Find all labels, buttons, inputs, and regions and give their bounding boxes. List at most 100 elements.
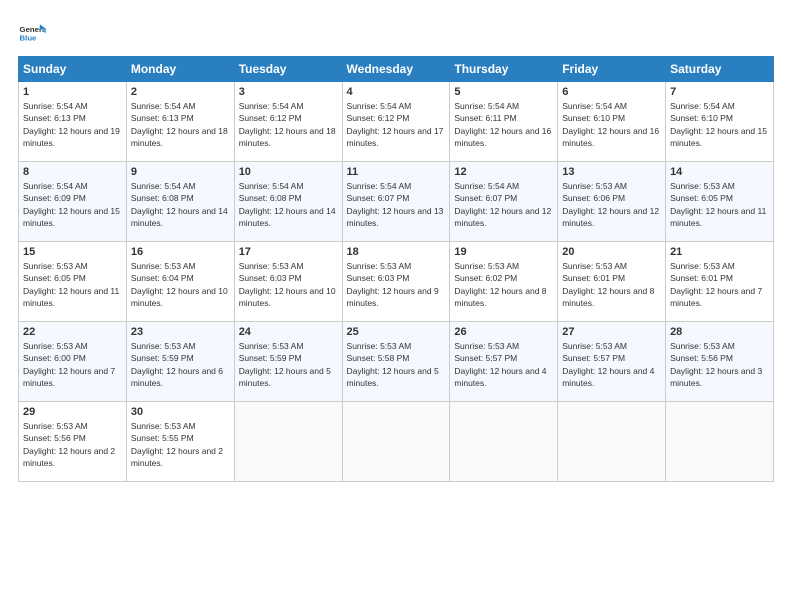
day-number: 9 bbox=[131, 166, 230, 178]
calendar-cell: 30 Sunrise: 5:53 AMSunset: 5:55 PMDaylig… bbox=[126, 402, 234, 482]
day-info: Sunrise: 5:53 AMSunset: 6:05 PMDaylight:… bbox=[23, 261, 119, 308]
day-info: Sunrise: 5:53 AMSunset: 6:01 PMDaylight:… bbox=[562, 261, 654, 308]
calendar-cell bbox=[450, 402, 558, 482]
calendar-cell bbox=[666, 402, 774, 482]
calendar-cell: 12 Sunrise: 5:54 AMSunset: 6:07 PMDaylig… bbox=[450, 162, 558, 242]
calendar-cell: 21 Sunrise: 5:53 AMSunset: 6:01 PMDaylig… bbox=[666, 242, 774, 322]
calendar-table: SundayMondayTuesdayWednesdayThursdayFrid… bbox=[18, 56, 774, 482]
day-info: Sunrise: 5:53 AMSunset: 5:56 PMDaylight:… bbox=[670, 341, 762, 388]
day-info: Sunrise: 5:54 AMSunset: 6:09 PMDaylight:… bbox=[23, 181, 120, 228]
day-number: 29 bbox=[23, 406, 122, 418]
calendar-cell: 8 Sunrise: 5:54 AMSunset: 6:09 PMDayligh… bbox=[19, 162, 127, 242]
calendar-cell: 22 Sunrise: 5:53 AMSunset: 6:00 PMDaylig… bbox=[19, 322, 127, 402]
day-info: Sunrise: 5:54 AMSunset: 6:07 PMDaylight:… bbox=[454, 181, 551, 228]
calendar-cell bbox=[234, 402, 342, 482]
day-info: Sunrise: 5:53 AMSunset: 5:57 PMDaylight:… bbox=[562, 341, 654, 388]
day-info: Sunrise: 5:53 AMSunset: 5:59 PMDaylight:… bbox=[131, 341, 223, 388]
calendar-week-5: 29 Sunrise: 5:53 AMSunset: 5:56 PMDaylig… bbox=[19, 402, 774, 482]
calendar-cell: 15 Sunrise: 5:53 AMSunset: 6:05 PMDaylig… bbox=[19, 242, 127, 322]
calendar-cell: 5 Sunrise: 5:54 AMSunset: 6:11 PMDayligh… bbox=[450, 82, 558, 162]
calendar-cell: 7 Sunrise: 5:54 AMSunset: 6:10 PMDayligh… bbox=[666, 82, 774, 162]
day-info: Sunrise: 5:53 AMSunset: 6:01 PMDaylight:… bbox=[670, 261, 762, 308]
day-number: 27 bbox=[562, 326, 661, 338]
calendar-cell: 19 Sunrise: 5:53 AMSunset: 6:02 PMDaylig… bbox=[450, 242, 558, 322]
day-info: Sunrise: 5:54 AMSunset: 6:12 PMDaylight:… bbox=[347, 101, 444, 148]
calendar-header-row: SundayMondayTuesdayWednesdayThursdayFrid… bbox=[19, 57, 774, 82]
calendar-week-2: 8 Sunrise: 5:54 AMSunset: 6:09 PMDayligh… bbox=[19, 162, 774, 242]
weekday-header-tuesday: Tuesday bbox=[234, 57, 342, 82]
calendar-cell: 2 Sunrise: 5:54 AMSunset: 6:13 PMDayligh… bbox=[126, 82, 234, 162]
day-number: 7 bbox=[670, 86, 769, 98]
day-number: 10 bbox=[239, 166, 338, 178]
calendar-cell: 17 Sunrise: 5:53 AMSunset: 6:03 PMDaylig… bbox=[234, 242, 342, 322]
calendar-week-1: 1 Sunrise: 5:54 AMSunset: 6:13 PMDayligh… bbox=[19, 82, 774, 162]
day-info: Sunrise: 5:54 AMSunset: 6:13 PMDaylight:… bbox=[131, 101, 228, 148]
calendar-cell: 1 Sunrise: 5:54 AMSunset: 6:13 PMDayligh… bbox=[19, 82, 127, 162]
day-info: Sunrise: 5:53 AMSunset: 6:03 PMDaylight:… bbox=[347, 261, 439, 308]
calendar-cell: 24 Sunrise: 5:53 AMSunset: 5:59 PMDaylig… bbox=[234, 322, 342, 402]
calendar-week-4: 22 Sunrise: 5:53 AMSunset: 6:00 PMDaylig… bbox=[19, 322, 774, 402]
calendar-cell: 10 Sunrise: 5:54 AMSunset: 6:08 PMDaylig… bbox=[234, 162, 342, 242]
calendar-cell: 28 Sunrise: 5:53 AMSunset: 5:56 PMDaylig… bbox=[666, 322, 774, 402]
logo: General Blue bbox=[18, 18, 46, 46]
day-info: Sunrise: 5:53 AMSunset: 6:05 PMDaylight:… bbox=[670, 181, 766, 228]
day-number: 17 bbox=[239, 246, 338, 258]
page: General Blue SundayMondayTuesdayWednesda… bbox=[0, 0, 792, 492]
day-number: 22 bbox=[23, 326, 122, 338]
calendar-cell: 3 Sunrise: 5:54 AMSunset: 6:12 PMDayligh… bbox=[234, 82, 342, 162]
header: General Blue bbox=[18, 18, 774, 46]
calendar-cell: 27 Sunrise: 5:53 AMSunset: 5:57 PMDaylig… bbox=[558, 322, 666, 402]
day-number: 14 bbox=[670, 166, 769, 178]
day-info: Sunrise: 5:54 AMSunset: 6:08 PMDaylight:… bbox=[239, 181, 336, 228]
day-info: Sunrise: 5:53 AMSunset: 5:59 PMDaylight:… bbox=[239, 341, 331, 388]
day-number: 11 bbox=[347, 166, 446, 178]
calendar-cell: 6 Sunrise: 5:54 AMSunset: 6:10 PMDayligh… bbox=[558, 82, 666, 162]
day-number: 20 bbox=[562, 246, 661, 258]
day-info: Sunrise: 5:53 AMSunset: 6:00 PMDaylight:… bbox=[23, 341, 115, 388]
day-info: Sunrise: 5:54 AMSunset: 6:13 PMDaylight:… bbox=[23, 101, 120, 148]
weekday-header-thursday: Thursday bbox=[450, 57, 558, 82]
day-info: Sunrise: 5:53 AMSunset: 5:55 PMDaylight:… bbox=[131, 421, 223, 468]
day-info: Sunrise: 5:54 AMSunset: 6:10 PMDaylight:… bbox=[670, 101, 767, 148]
calendar-cell: 11 Sunrise: 5:54 AMSunset: 6:07 PMDaylig… bbox=[342, 162, 450, 242]
calendar-cell: 29 Sunrise: 5:53 AMSunset: 5:56 PMDaylig… bbox=[19, 402, 127, 482]
day-number: 21 bbox=[670, 246, 769, 258]
day-number: 8 bbox=[23, 166, 122, 178]
logo-icon: General Blue bbox=[18, 18, 46, 46]
calendar-cell: 4 Sunrise: 5:54 AMSunset: 6:12 PMDayligh… bbox=[342, 82, 450, 162]
day-info: Sunrise: 5:54 AMSunset: 6:12 PMDaylight:… bbox=[239, 101, 336, 148]
day-info: Sunrise: 5:53 AMSunset: 6:02 PMDaylight:… bbox=[454, 261, 546, 308]
day-number: 4 bbox=[347, 86, 446, 98]
calendar-cell bbox=[342, 402, 450, 482]
calendar-cell: 18 Sunrise: 5:53 AMSunset: 6:03 PMDaylig… bbox=[342, 242, 450, 322]
day-number: 30 bbox=[131, 406, 230, 418]
day-info: Sunrise: 5:53 AMSunset: 6:03 PMDaylight:… bbox=[239, 261, 336, 308]
calendar-cell: 16 Sunrise: 5:53 AMSunset: 6:04 PMDaylig… bbox=[126, 242, 234, 322]
day-number: 18 bbox=[347, 246, 446, 258]
day-number: 19 bbox=[454, 246, 553, 258]
day-info: Sunrise: 5:53 AMSunset: 5:56 PMDaylight:… bbox=[23, 421, 115, 468]
calendar-body: 1 Sunrise: 5:54 AMSunset: 6:13 PMDayligh… bbox=[19, 82, 774, 482]
day-number: 26 bbox=[454, 326, 553, 338]
day-number: 1 bbox=[23, 86, 122, 98]
day-info: Sunrise: 5:54 AMSunset: 6:11 PMDaylight:… bbox=[454, 101, 551, 148]
calendar-cell: 23 Sunrise: 5:53 AMSunset: 5:59 PMDaylig… bbox=[126, 322, 234, 402]
day-number: 5 bbox=[454, 86, 553, 98]
day-number: 25 bbox=[347, 326, 446, 338]
day-number: 13 bbox=[562, 166, 661, 178]
day-info: Sunrise: 5:54 AMSunset: 6:10 PMDaylight:… bbox=[562, 101, 659, 148]
day-number: 28 bbox=[670, 326, 769, 338]
weekday-header-sunday: Sunday bbox=[19, 57, 127, 82]
day-info: Sunrise: 5:54 AMSunset: 6:07 PMDaylight:… bbox=[347, 181, 444, 228]
weekday-header-monday: Monday bbox=[126, 57, 234, 82]
day-number: 23 bbox=[131, 326, 230, 338]
weekday-header-saturday: Saturday bbox=[666, 57, 774, 82]
day-info: Sunrise: 5:53 AMSunset: 5:58 PMDaylight:… bbox=[347, 341, 439, 388]
day-info: Sunrise: 5:53 AMSunset: 6:04 PMDaylight:… bbox=[131, 261, 228, 308]
calendar-cell: 14 Sunrise: 5:53 AMSunset: 6:05 PMDaylig… bbox=[666, 162, 774, 242]
weekday-header-wednesday: Wednesday bbox=[342, 57, 450, 82]
day-number: 24 bbox=[239, 326, 338, 338]
calendar-cell: 13 Sunrise: 5:53 AMSunset: 6:06 PMDaylig… bbox=[558, 162, 666, 242]
calendar-cell bbox=[558, 402, 666, 482]
calendar-cell: 25 Sunrise: 5:53 AMSunset: 5:58 PMDaylig… bbox=[342, 322, 450, 402]
